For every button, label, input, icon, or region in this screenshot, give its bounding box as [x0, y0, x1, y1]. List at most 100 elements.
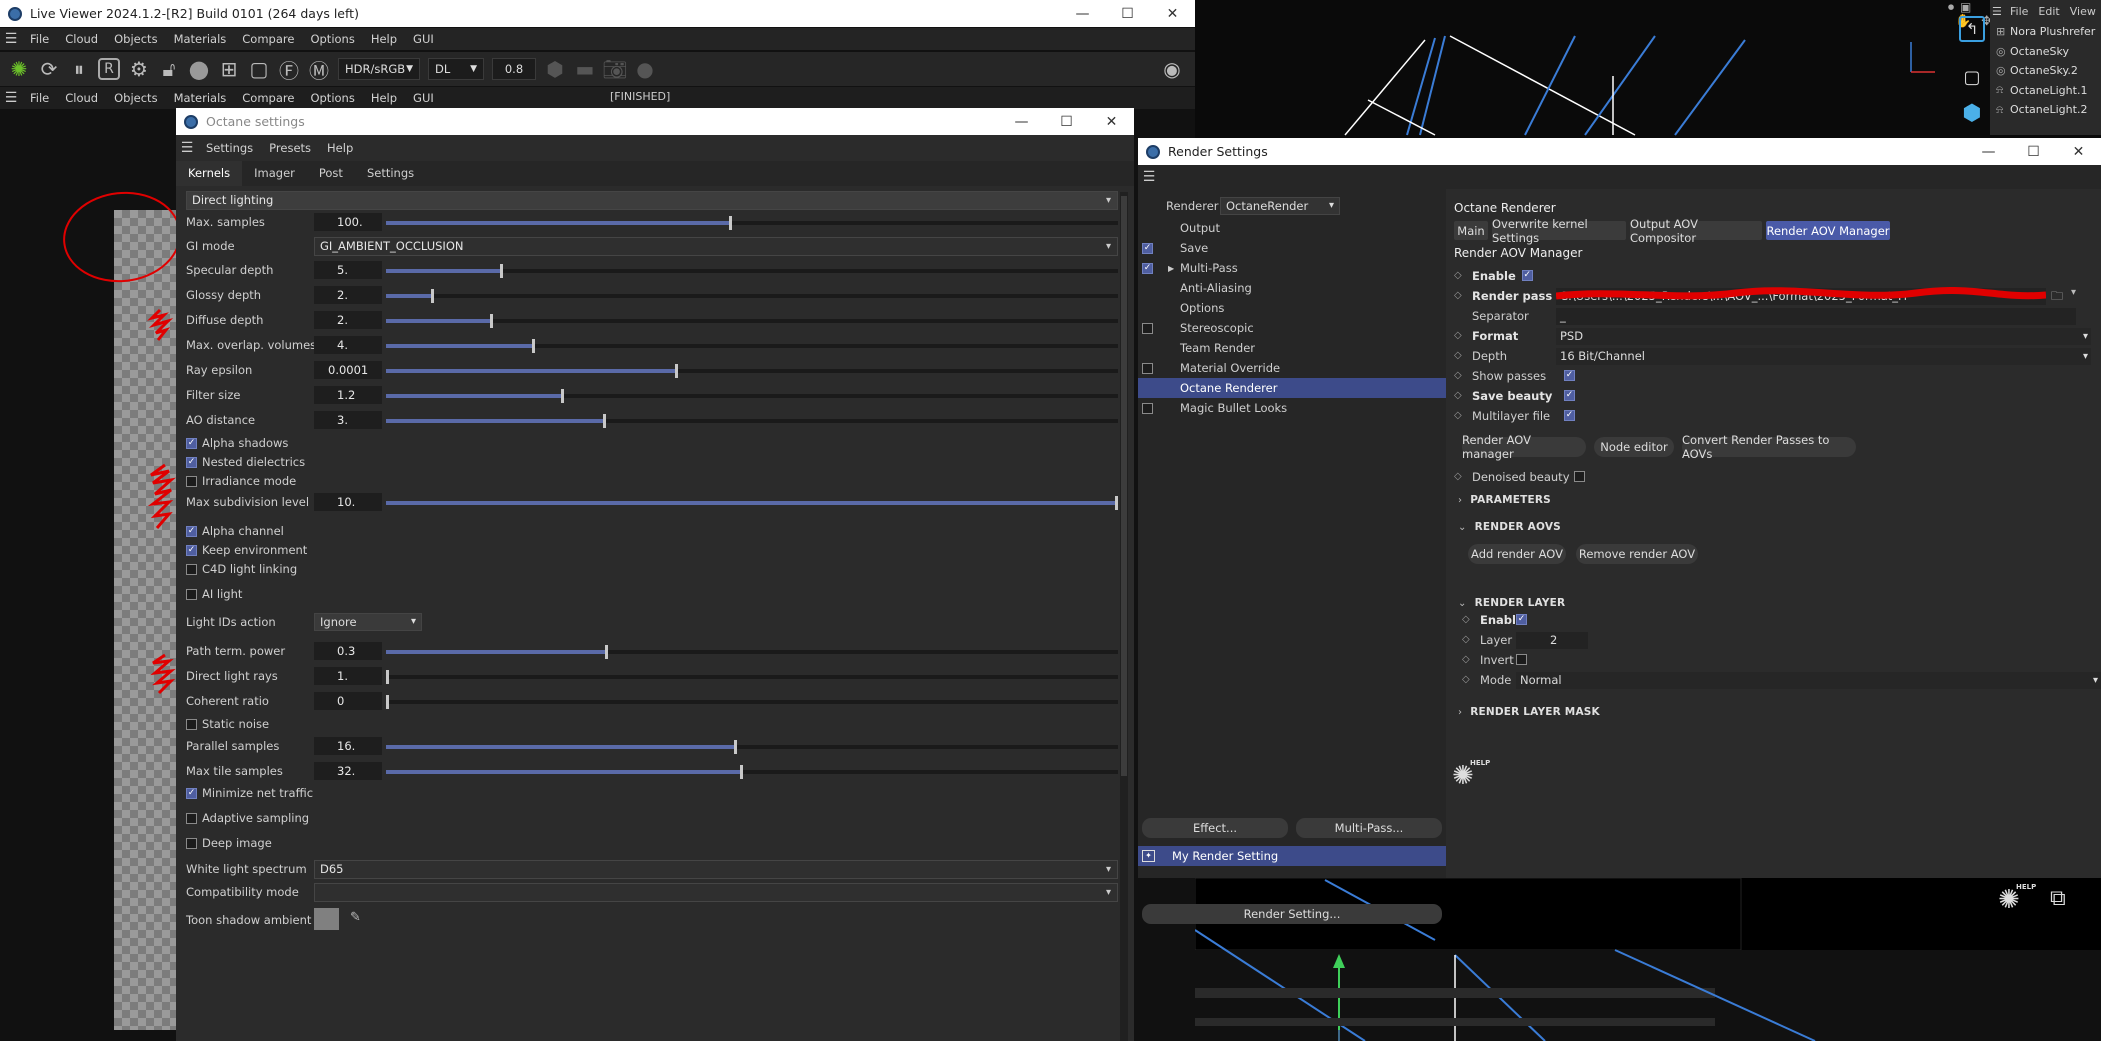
slider-handle[interactable]: [431, 289, 434, 303]
focus-picker-icon[interactable]: Ⓕ: [274, 54, 304, 84]
menu-file[interactable]: File: [22, 91, 57, 105]
node-editor-button[interactable]: Node editor: [1594, 437, 1674, 457]
param-value[interactable]: 2.: [314, 311, 382, 329]
frame-view-icon[interactable]: ▢: [1959, 64, 1985, 90]
param-slider[interactable]: [386, 740, 1118, 754]
param-slider[interactable]: [386, 314, 1118, 328]
hexagon-icon[interactable]: ⬢: [540, 54, 570, 84]
add-render-aov-button[interactable]: Add render AOV: [1468, 544, 1566, 564]
frame-icon[interactable]: ▬: [570, 54, 600, 84]
slider-handle[interactable]: [561, 389, 564, 403]
menu-materials[interactable]: Materials: [166, 91, 235, 105]
param-slider[interactable]: [386, 216, 1118, 230]
tab-imager[interactable]: Imager: [242, 161, 307, 186]
param-value[interactable]: 3.: [314, 411, 382, 429]
color-space-select[interactable]: HDR/sRGB ▼: [338, 58, 420, 80]
tab-render-aov-manager[interactable]: Render AOV Manager: [1766, 221, 1890, 240]
menu-file[interactable]: File: [22, 32, 57, 46]
light-ids-action-select[interactable]: Ignore: [314, 613, 422, 631]
checkbox-checked[interactable]: ✓: [186, 525, 197, 537]
kernel-select[interactable]: DL ▼: [428, 58, 484, 80]
vertical-scrollbar[interactable]: [1120, 192, 1128, 1041]
param-value[interactable]: 0.3: [314, 642, 382, 660]
param-slider[interactable]: [386, 339, 1118, 353]
deep-image-checkbox[interactable]: Deep image: [186, 834, 272, 852]
restart-render-icon[interactable]: ⟳: [34, 54, 64, 84]
record-icon[interactable]: ◉: [1157, 54, 1187, 84]
slider-handle[interactable]: [605, 645, 608, 659]
slider-handle[interactable]: [740, 765, 743, 779]
static-noise-checkbox[interactable]: Static noise: [186, 715, 269, 733]
keyframe-diamond-icon[interactable]: ◇: [1454, 330, 1464, 341]
compatibility-mode-dropdown[interactable]: [314, 883, 1118, 902]
param-value[interactable]: 2.: [314, 286, 382, 304]
arrange-icon[interactable]: ↰: [1959, 16, 1985, 42]
checkbox-unchecked[interactable]: [186, 475, 197, 487]
minimize-button[interactable]: —: [999, 108, 1044, 135]
checkbox-unchecked[interactable]: [186, 837, 197, 849]
param-value[interactable]: 1.: [314, 667, 382, 685]
close-button[interactable]: ✕: [1089, 108, 1134, 135]
cube-icon[interactable]: ⬢: [1959, 100, 1985, 126]
c4d-light-linking-checkbox[interactable]: C4D light linking: [186, 560, 297, 578]
eyedropper-icon[interactable]: ✎: [350, 910, 361, 925]
region-render-icon[interactable]: R: [98, 58, 120, 80]
layer-enable-checkbox[interactable]: ✓: [1516, 614, 1527, 625]
camera-icon[interactable]: 📷︎: [600, 54, 630, 84]
object-item[interactable]: ◎ OctaneSky: [1990, 42, 2101, 62]
render-aov-manager-button[interactable]: Render AOV manager: [1462, 433, 1586, 461]
checkbox-unchecked[interactable]: [186, 563, 197, 575]
hamburger-menu-icon[interactable]: ☰: [176, 137, 198, 159]
param-slider[interactable]: [386, 695, 1118, 709]
folder-icon[interactable]: 🗀: [2051, 287, 2063, 308]
circle-icon[interactable]: ●: [630, 54, 660, 84]
menu-materials[interactable]: Materials: [166, 32, 235, 46]
render-list-item[interactable]: Team Render: [1138, 338, 1446, 358]
objects-menu-edit[interactable]: Edit: [2038, 5, 2059, 18]
hamburger-menu-icon[interactable]: ☰: [0, 87, 22, 109]
node-editor-icon[interactable]: ⧉: [2050, 886, 2066, 911]
param-slider[interactable]: [386, 364, 1118, 378]
scrollbar-thumb[interactable]: [1121, 196, 1127, 776]
minimize-button[interactable]: —: [1966, 138, 2011, 165]
checkbox-unchecked[interactable]: [1142, 402, 1153, 414]
expand-arrow-icon[interactable]: ▶: [1168, 264, 1174, 273]
keyframe-diamond-icon[interactable]: ◇: [1454, 290, 1464, 301]
keyframe-diamond-icon[interactable]: ◇: [1454, 270, 1464, 281]
param-slider[interactable]: [386, 765, 1118, 779]
remove-render-aov-button[interactable]: Remove render AOV: [1576, 544, 1698, 564]
tab-kernels[interactable]: Kernels: [176, 161, 243, 186]
gi-mode-dropdown[interactable]: GI_AMBIENT_OCCLUSION: [314, 237, 1118, 256]
render-preview-transparent[interactable]: [114, 210, 176, 1030]
tab-output-aov-compositor[interactable]: Output AOV Compositor: [1630, 217, 1762, 245]
keep-environment-checkbox[interactable]: ✓ Keep environment: [186, 541, 307, 559]
layer-id-field[interactable]: 2: [1516, 632, 1588, 649]
tab-main[interactable]: Main: [1454, 221, 1488, 240]
invert-checkbox[interactable]: [1516, 654, 1527, 665]
render-list-item[interactable]: Magic Bullet Looks: [1138, 398, 1446, 418]
keyframe-diamond-icon[interactable]: ◇: [1454, 390, 1464, 401]
param-value[interactable]: 0: [314, 692, 382, 710]
section-render-aovs[interactable]: ⌄ RENDER AOVS: [1458, 518, 1561, 536]
material-picker-icon[interactable]: Ⓜ: [304, 54, 334, 84]
checkbox-checked[interactable]: ✓: [186, 787, 197, 799]
hamburger-menu-icon[interactable]: ☰: [0, 28, 22, 50]
keyframe-diamond-icon[interactable]: ◇: [1454, 350, 1464, 361]
menu-objects[interactable]: Objects: [106, 91, 165, 105]
render-list-item[interactable]: Material Override: [1138, 358, 1446, 378]
menu-compare[interactable]: Compare: [234, 91, 302, 105]
denoised-beauty-checkbox[interactable]: [1573, 471, 1585, 482]
checkbox-checked[interactable]: ✓: [1142, 242, 1153, 254]
menu-objects[interactable]: Objects: [106, 32, 165, 46]
separator-field[interactable]: _: [1556, 308, 2076, 325]
param-slider[interactable]: [386, 264, 1118, 278]
slider-handle[interactable]: [603, 414, 606, 428]
keyframe-diamond-icon[interactable]: ◇: [1462, 654, 1472, 665]
render-setting-button[interactable]: Render Setting...: [1142, 904, 1442, 924]
object-item[interactable]: ◎ OctaneSky.2: [1990, 61, 2101, 81]
checkbox-checked[interactable]: ✓: [186, 544, 197, 556]
param-slider[interactable]: [386, 414, 1118, 428]
render-settings-titlebar[interactable]: Render Settings — ☐ ✕: [1138, 138, 2101, 165]
tab-overwrite-kernel-settings[interactable]: Overwrite kernel Settings: [1492, 217, 1626, 245]
slider-handle[interactable]: [490, 314, 493, 328]
